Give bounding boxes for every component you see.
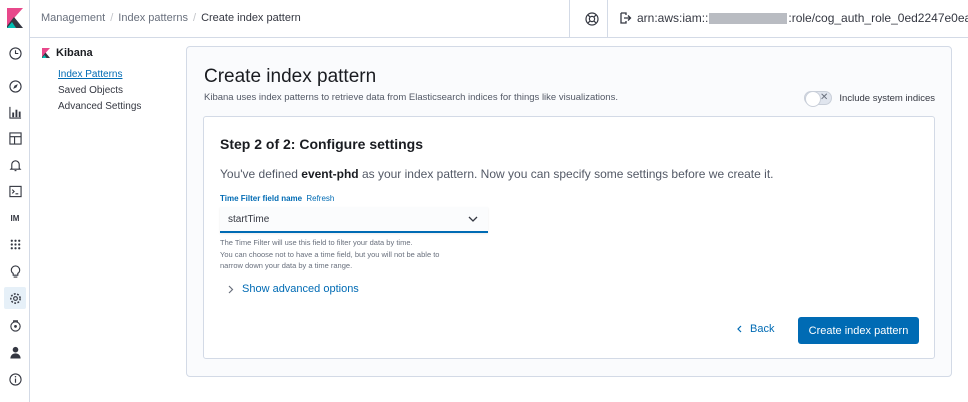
grid-icon[interactable]	[7, 236, 23, 252]
step-desc-prefix: You've defined	[220, 167, 302, 181]
management-sidenav: Kibana Index Patterns Saved Objects Adva…	[42, 47, 172, 117]
step-card: Step 2 of 2: Configure settings You've d…	[203, 116, 935, 359]
chevron-down-icon	[468, 216, 478, 222]
compass-icon[interactable]	[7, 78, 23, 94]
kibana-icon	[42, 48, 50, 58]
breadcrumb-management[interactable]: Management	[41, 12, 105, 24]
logout-icon	[620, 12, 632, 24]
kibana-logo[interactable]	[7, 8, 23, 28]
step-desc-suffix: as your index pattern. Now you can speci…	[358, 167, 774, 181]
close-icon: ✕	[820, 92, 829, 103]
back-button[interactable]: Back	[737, 323, 774, 335]
create-index-pattern-button[interactable]: Create index pattern	[798, 317, 919, 344]
lock-icon[interactable]	[7, 317, 23, 333]
chevron-right-icon	[228, 285, 234, 293]
chevron-left-icon	[737, 325, 742, 333]
person-icon[interactable]	[7, 344, 23, 360]
user-menu[interactable]: arn:aws:iam:::role/cog_auth_role_0ed2247…	[620, 11, 968, 25]
time-filter-label-text: Time Filter field name	[220, 194, 303, 203]
sidenav-title: Kibana	[42, 47, 172, 59]
console-icon[interactable]	[7, 183, 23, 199]
breadcrumb-current: Create index pattern	[201, 12, 301, 24]
visualize-icon[interactable]	[7, 104, 23, 120]
dashboard-icon[interactable]	[7, 130, 23, 146]
sidenav-title-label: Kibana	[56, 47, 93, 59]
step-description: You've defined event-phd as your index p…	[220, 167, 773, 181]
index-pattern-name: event-phd	[301, 167, 359, 181]
gear-icon[interactable]	[4, 287, 26, 309]
back-button-label: Back	[750, 323, 775, 335]
user-arn-suffix: :role/cog_auth_role_0ed2247e0ea9	[788, 11, 968, 25]
breadcrumb: Management / Index patterns / Create index p…	[41, 12, 301, 24]
refresh-link[interactable]: Refresh	[306, 194, 334, 203]
system-indices-label: Include system indices	[839, 92, 935, 104]
help-line: The Time Filter will use this field to f…	[220, 238, 413, 247]
user-arn-prefix: arn:aws:iam::	[637, 11, 709, 25]
show-advanced-options-toggle[interactable]: Show advanced options	[228, 283, 359, 295]
sidenav-item-saved-objects[interactable]: Saved Objects	[58, 85, 172, 96]
system-indices-toggle[interactable]: ✕	[804, 91, 833, 107]
time-filter-value: startTime	[228, 213, 270, 225]
time-filter-help: The Time Filter will use this field to f…	[220, 237, 439, 272]
header-divider	[607, 0, 608, 38]
page-title: Create index pattern	[204, 66, 377, 87]
time-filter-label: Time Filter field name Refresh	[220, 194, 334, 203]
redacted-account-id	[709, 12, 788, 24]
bell-icon[interactable]	[7, 157, 23, 173]
step-title: Step 2 of 2: Configure settings	[220, 136, 424, 152]
system-indices-toggle-group: ✕ Include system indices	[804, 91, 935, 107]
page-panel: Create index pattern Kibana uses index p…	[186, 46, 952, 377]
top-header: Management / Index patterns / Create index p…	[30, 0, 968, 38]
breadcrumb-index-patterns[interactable]: Index patterns	[118, 12, 188, 24]
help-line: narrow down your data by a time range.	[220, 261, 353, 270]
time-filter-select[interactable]: startTime	[220, 207, 488, 233]
app-rail: IM	[0, 0, 30, 402]
sidenav-item-index-patterns[interactable]: Index Patterns	[58, 69, 172, 80]
help-line: You can choose not to have a time field,…	[220, 249, 440, 259]
lightbulb-icon[interactable]	[7, 263, 23, 279]
header-divider	[569, 0, 570, 38]
im-icon[interactable]: IM	[7, 210, 23, 226]
clock-icon[interactable]	[7, 45, 23, 61]
info-icon[interactable]	[7, 371, 23, 387]
page-description: Kibana uses index patterns to retrieve d…	[204, 92, 618, 103]
show-advanced-options-label: Show advanced options	[242, 283, 359, 295]
help-icon[interactable]	[585, 12, 599, 26]
sidenav-item-advanced-settings[interactable]: Advanced Settings	[58, 101, 172, 112]
